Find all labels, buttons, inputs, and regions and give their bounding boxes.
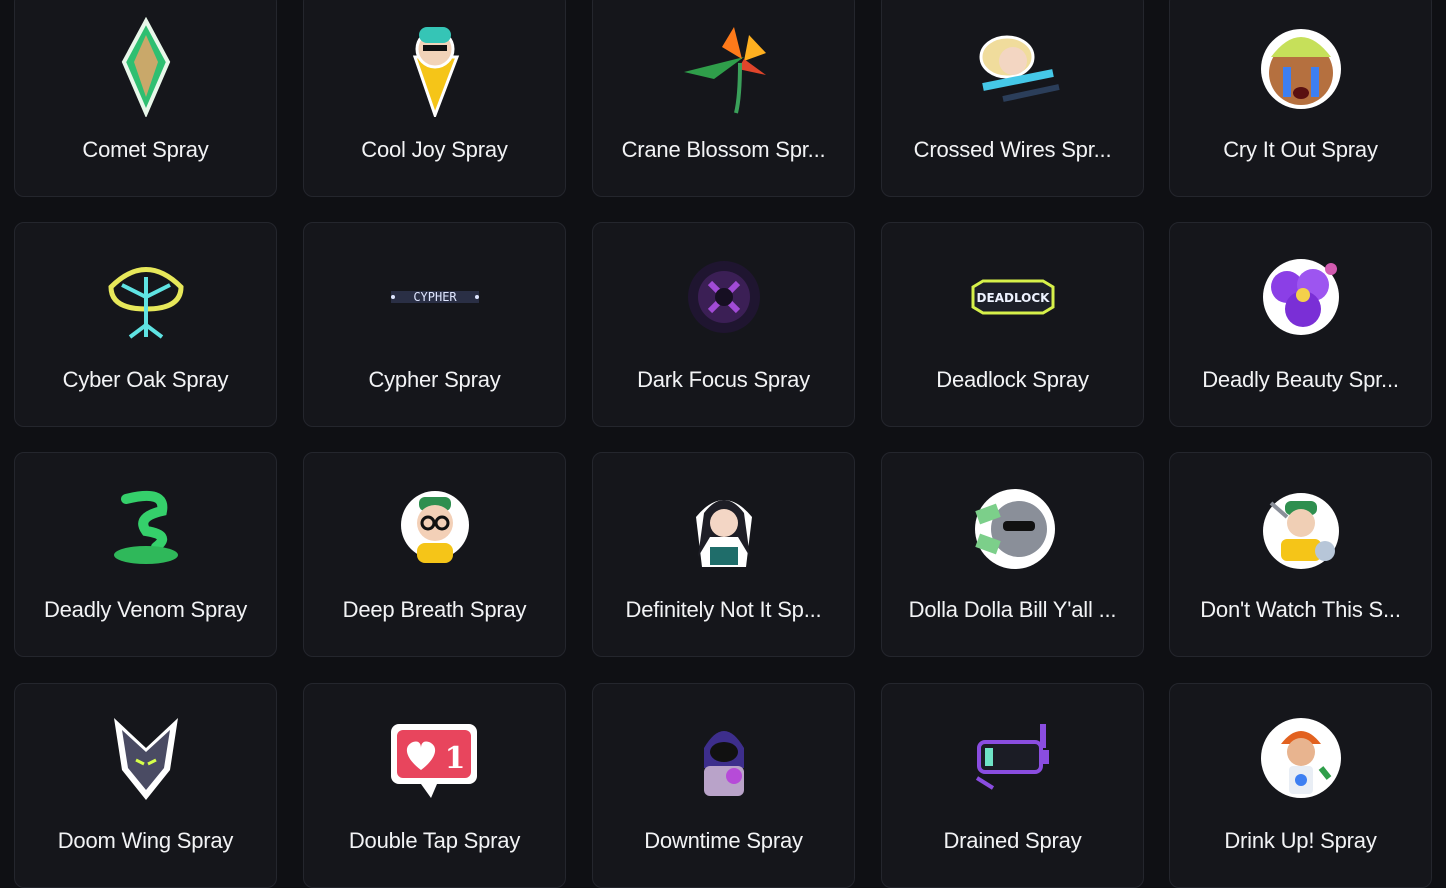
spray-label: Comet Spray bbox=[82, 137, 209, 162]
deadly-beauty-icon bbox=[1251, 247, 1351, 347]
dolla-dolla-bill-icon bbox=[963, 477, 1063, 577]
spray-card[interactable]: Downtime Spray bbox=[592, 683, 855, 888]
spray-label: Cool Joy Spray bbox=[361, 137, 508, 162]
comet-icon bbox=[96, 17, 196, 117]
spray-label: Cyber Oak Spray bbox=[62, 367, 229, 392]
spray-card[interactable]: Drink Up! Spray bbox=[1169, 683, 1432, 888]
spray-card[interactable]: Don't Watch This S... bbox=[1169, 452, 1432, 657]
spray-card[interactable]: Dolla Dolla Bill Y'all ... bbox=[881, 452, 1144, 657]
drink-up-icon bbox=[1251, 708, 1351, 808]
dont-watch-this-icon bbox=[1251, 477, 1351, 577]
cypher-icon: CYPHER bbox=[385, 247, 485, 347]
spray-label: Doom Wing Spray bbox=[57, 828, 234, 853]
spray-label: Drink Up! Spray bbox=[1224, 828, 1377, 853]
doom-wing-icon bbox=[96, 708, 196, 808]
spray-card[interactable]: Definitely Not It Sp... bbox=[592, 452, 855, 657]
spray-label: Cypher Spray bbox=[368, 367, 501, 392]
spray-card[interactable]: DEADLOCK Deadlock Spray bbox=[881, 222, 1144, 427]
spray-card[interactable]: Doom Wing Spray bbox=[14, 683, 277, 888]
spray-card[interactable]: Cry It Out Spray bbox=[1169, 0, 1432, 197]
crossed-wires-icon bbox=[963, 17, 1063, 117]
spray-label: Crossed Wires Spr... bbox=[913, 137, 1112, 162]
spray-label: Deadly Venom Spray bbox=[43, 597, 248, 622]
spray-card[interactable]: Dark Focus Spray bbox=[592, 222, 855, 427]
spray-card[interactable]: Cool Joy Spray bbox=[303, 0, 566, 197]
cool-joy-icon bbox=[385, 17, 485, 117]
deep-breath-icon bbox=[385, 477, 485, 577]
spray-card[interactable]: Crane Blossom Spr... bbox=[592, 0, 855, 197]
spray-label: Cry It Out Spray bbox=[1223, 137, 1378, 162]
spray-card[interactable]: Deep Breath Spray bbox=[303, 452, 566, 657]
spray-label: Downtime Spray bbox=[644, 828, 803, 853]
spray-label: Don't Watch This S... bbox=[1200, 597, 1401, 622]
spray-label: Deadlock Spray bbox=[936, 367, 1089, 392]
spray-label: Deadly Beauty Spr... bbox=[1202, 367, 1399, 392]
spray-label: Crane Blossom Spr... bbox=[621, 137, 826, 162]
deadlock-icon: DEADLOCK bbox=[963, 247, 1063, 347]
svg-text:CYPHER: CYPHER bbox=[413, 290, 457, 304]
spray-card[interactable]: Deadly Beauty Spr... bbox=[1169, 222, 1432, 427]
downtime-icon bbox=[674, 708, 774, 808]
spray-card[interactable]: Crossed Wires Spr... bbox=[881, 0, 1144, 197]
spray-grid: Comet Spray Cool Joy Spray Crane Blossom… bbox=[0, 0, 1446, 888]
svg-text:1: 1 bbox=[445, 741, 466, 776]
spray-card[interactable]: CYPHER Cypher Spray bbox=[303, 222, 566, 427]
spray-card[interactable]: Comet Spray bbox=[14, 0, 277, 197]
svg-text:DEADLOCK: DEADLOCK bbox=[977, 291, 1051, 305]
spray-card[interactable]: Drained Spray bbox=[881, 683, 1144, 888]
spray-card[interactable]: Deadly Venom Spray bbox=[14, 452, 277, 657]
cry-it-out-icon bbox=[1251, 17, 1351, 117]
definitely-not-it-icon bbox=[674, 477, 774, 577]
spray-label: Dark Focus Spray bbox=[637, 367, 810, 392]
double-tap-icon: 1 bbox=[385, 708, 485, 808]
drained-icon bbox=[963, 708, 1063, 808]
spray-label: Definitely Not It Sp... bbox=[625, 597, 822, 622]
dark-focus-icon bbox=[674, 247, 774, 347]
spray-card[interactable]: Cyber Oak Spray bbox=[14, 222, 277, 427]
spray-label: Double Tap Spray bbox=[348, 828, 521, 853]
spray-label: Dolla Dolla Bill Y'all ... bbox=[908, 597, 1117, 622]
cyber-oak-icon bbox=[96, 247, 196, 347]
spray-card[interactable]: 1 Double Tap Spray bbox=[303, 683, 566, 888]
deadly-venom-icon bbox=[96, 477, 196, 577]
crane-blossom-icon bbox=[674, 17, 774, 117]
spray-label: Deep Breath Spray bbox=[342, 597, 527, 622]
spray-label: Drained Spray bbox=[943, 828, 1082, 853]
